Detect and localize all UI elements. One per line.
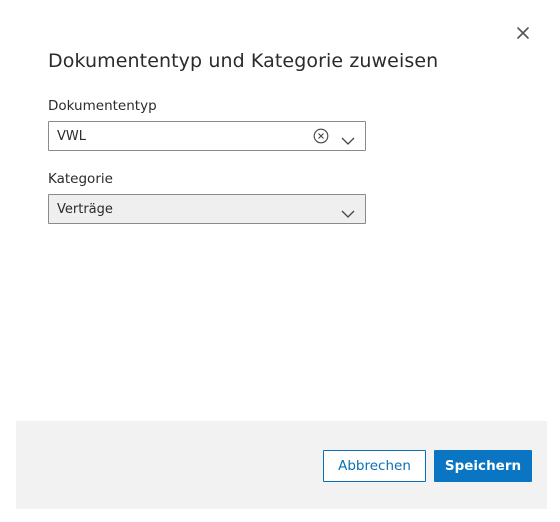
save-button[interactable]: Speichern	[434, 450, 532, 482]
clear-circle-icon[interactable]	[313, 128, 329, 144]
dialog-footer: Abbrechen Speichern	[16, 421, 547, 509]
category-value: Verträge	[57, 202, 113, 217]
category-select[interactable]: Verträge	[48, 194, 366, 224]
document-type-value: VWL	[57, 129, 86, 144]
cancel-button[interactable]: Abbrechen	[323, 450, 426, 482]
document-type-label: Dokumententyp	[48, 98, 157, 114]
close-icon[interactable]	[514, 24, 532, 42]
assign-document-dialog: Dokumententyp und Kategorie zuweisen Dok…	[0, 0, 560, 522]
document-type-select[interactable]: VWL	[48, 121, 366, 151]
category-label: Kategorie	[48, 171, 113, 187]
chevron-down-icon[interactable]	[341, 131, 355, 145]
chevron-down-icon[interactable]	[341, 204, 355, 218]
dialog-title: Dokumententyp und Kategorie zuweisen	[48, 50, 439, 72]
